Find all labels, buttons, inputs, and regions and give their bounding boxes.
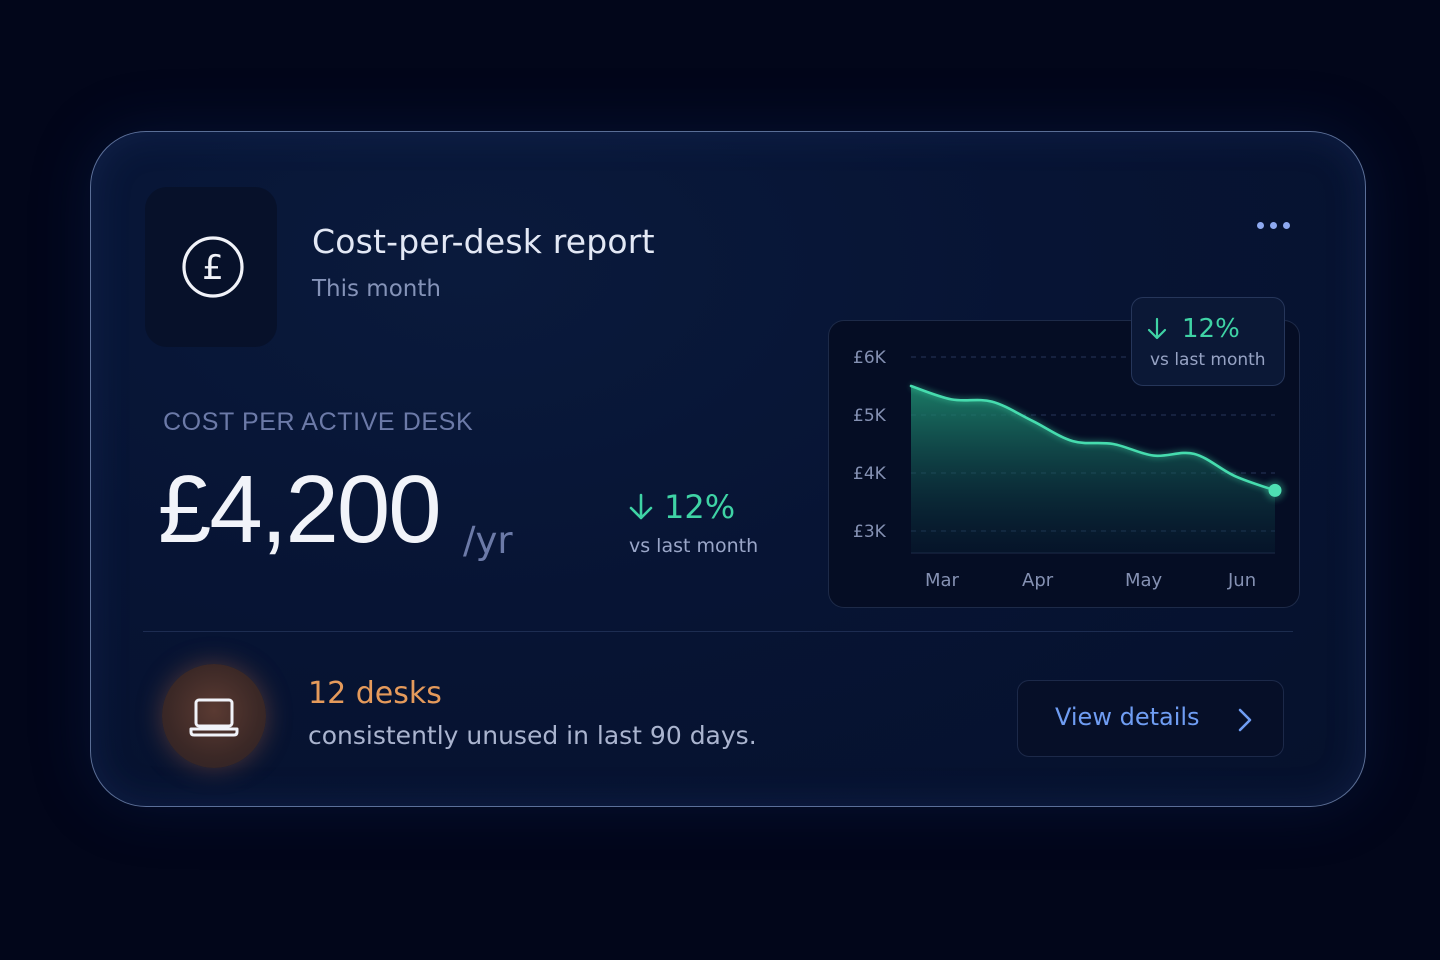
view-details-label: View details: [1055, 703, 1200, 731]
chart-y-tick-label: £5K: [853, 406, 887, 426]
chart-endpoint: [1268, 483, 1282, 497]
pound-circle-icon: £: [182, 236, 244, 298]
chart-delta-caption: vs last month: [1150, 350, 1266, 370]
arrow-down-icon: [629, 493, 653, 520]
metric-delta-value: 12%: [664, 488, 736, 526]
laptop-icon: [189, 698, 239, 737]
chart-y-tick-label: £4K: [853, 464, 887, 484]
chart-x-tick-label: May: [1125, 570, 1163, 591]
unused-desks-count: 12 desks: [308, 676, 442, 711]
chart-delta-badge: 12% vs last month: [1131, 297, 1285, 386]
report-period: This month: [312, 276, 441, 302]
chart-y-tick-label: £6K: [853, 348, 887, 368]
chart-delta-value: 12%: [1182, 314, 1240, 344]
metric-value: £4,200: [158, 456, 442, 563]
metric-unit: /yr: [463, 519, 513, 562]
chart-x-tick-label: Apr: [1022, 570, 1054, 591]
svg-text:£: £: [202, 248, 224, 288]
unused-desks-description: consistently unused in last 90 days.: [308, 721, 757, 750]
chevron-right-icon: [1238, 708, 1252, 732]
metric-delta-caption: vs last month: [629, 535, 759, 557]
more-options-icon[interactable]: [1250, 214, 1296, 236]
arrow-down-icon: [1147, 317, 1167, 340]
report-title: Cost-per-desk report: [312, 222, 655, 261]
view-details-button[interactable]: View details: [1017, 680, 1284, 757]
chart-x-tick-label: Mar: [925, 570, 960, 591]
metric-label: COST PER ACTIVE DESK: [163, 408, 474, 436]
chart-x-tick-label: Jun: [1227, 570, 1256, 591]
metric-delta: 12%: [628, 488, 735, 526]
section-divider: [143, 631, 1293, 632]
chart-y-tick-label: £3K: [853, 522, 887, 542]
